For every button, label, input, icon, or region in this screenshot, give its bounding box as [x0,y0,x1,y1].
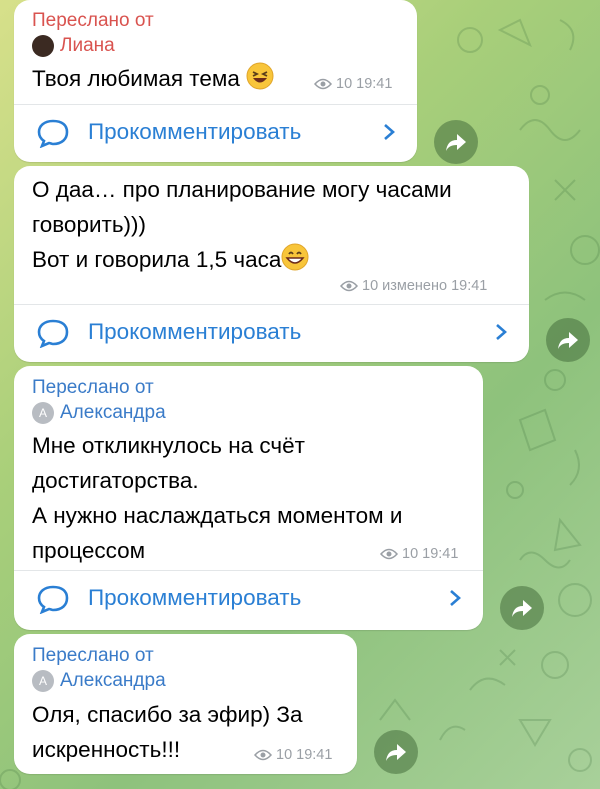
comment-button[interactable]: Прокомментировать [14,104,417,162]
message-bubble-1[interactable]: Переслано от Лиана Твоя любимая тема 10 … [14,0,417,162]
edited-label: изменено [382,278,448,294]
forwarded-from-name: Александра [60,402,166,423]
forwarded-from[interactable]: A Александра [32,670,166,692]
message-meta: 10 изменено 19:41 [340,278,487,294]
forwarded-label: Переслано от [32,377,154,398]
comment-button[interactable]: Прокомментировать [14,304,529,362]
forwarded-from-name: Лиана [60,35,115,56]
laughing-face-icon [246,62,274,90]
forwarded-from[interactable]: A Александра [32,402,166,424]
comment-label: Прокомментировать [88,119,302,144]
message-meta: 10 19:41 [254,747,332,763]
share-button-4[interactable] [374,730,418,774]
message-time: 19:41 [422,546,459,562]
views-count: 10 [336,76,353,92]
share-button-3[interactable] [500,586,544,630]
message-bubble-2[interactable]: О даа… про планирование могу часами гово… [14,166,529,362]
eye-icon [254,749,272,761]
avatar: A [32,670,54,692]
message-time: 19:41 [356,76,393,92]
share-arrow-icon [446,134,466,151]
message-meta: 10 19:41 [380,546,458,562]
message-bubble-4[interactable]: Переслано от A Александра Оля, спасибо з… [14,634,357,774]
comment-bubble-icon [37,319,69,348]
message-text: О даа… про планирование могу часами гово… [32,177,452,272]
comment-label: Прокомментировать [88,319,302,344]
avatar: A [32,402,54,424]
share-arrow-icon [512,600,532,617]
grinning-face-icon [281,243,309,271]
share-arrow-icon [386,744,406,761]
share-button-1[interactable] [434,120,478,164]
chevron-right-icon [384,124,395,140]
chevron-right-icon [450,590,461,606]
forwarded-label: Переслано от [32,645,154,666]
views-count: 10 [402,546,419,562]
forwarded-label: Переслано от [32,10,154,31]
message-text: Твоя любимая тема [32,61,274,96]
eye-icon [314,78,332,90]
message-bubble-3[interactable]: Переслано от A Александра Мне откликнуло… [14,366,483,630]
message-time: 19:41 [296,747,333,763]
eye-icon [380,548,398,560]
forwarded-from[interactable]: Лиана [32,35,115,57]
views-count: 10 [362,278,379,294]
comment-label: Прокомментировать [88,585,302,610]
share-button-2[interactable] [546,318,590,362]
share-arrow-icon [558,332,578,349]
views-count: 10 [276,747,293,763]
comment-bubble-icon [37,119,69,148]
eye-icon [340,280,358,292]
avatar [32,35,54,57]
comment-bubble-icon [37,585,69,614]
comment-button[interactable]: Прокомментировать [14,570,483,628]
forwarded-from-name: Александра [60,670,166,691]
chevron-right-icon [496,324,507,340]
message-time: 19:41 [451,278,488,294]
message-meta: 10 19:41 [314,76,392,92]
message-text: Мне откликнулось на счёт достигаторства.… [32,433,403,563]
